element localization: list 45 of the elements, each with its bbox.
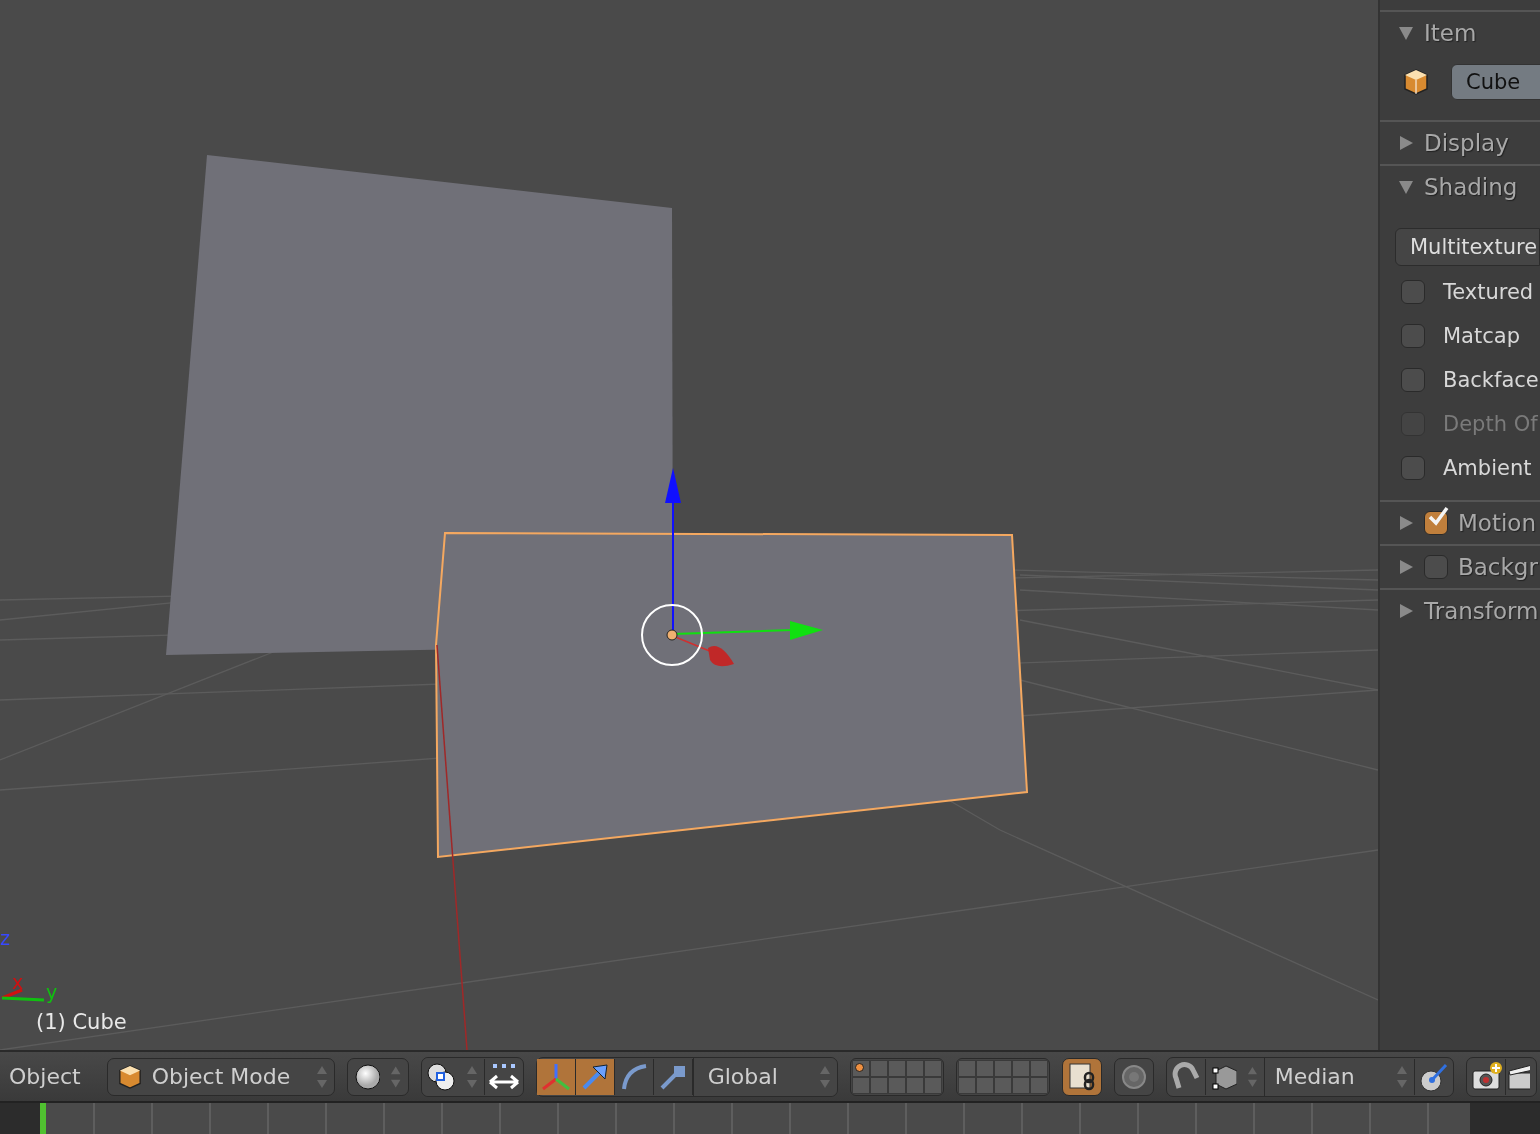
current-frame-marker[interactable]	[40, 1103, 46, 1134]
option-label[interactable]: Textured	[1443, 280, 1534, 304]
camera-icon[interactable]	[1469, 1060, 1502, 1093]
object-menu[interactable]: Object	[9, 1064, 81, 1089]
cube-icon	[117, 1063, 142, 1090]
panel-title[interactable]: Display	[1424, 130, 1509, 156]
checkbox[interactable]	[1401, 280, 1425, 304]
checkbox[interactable]	[1401, 456, 1425, 480]
axis-label: x	[12, 972, 24, 992]
checkbox[interactable]	[1424, 555, 1448, 579]
manipulator-icon[interactable]	[486, 1061, 521, 1092]
disclosure-triangle-icon[interactable]	[1398, 25, 1414, 41]
pivot-icon	[425, 1061, 456, 1092]
axis-indicator	[1, 988, 45, 1002]
proportional-edit-icon[interactable]	[1119, 1062, 1148, 1091]
layer-grid[interactable]	[849, 1057, 944, 1096]
panel-title[interactable]: Backgr	[1458, 554, 1538, 580]
disclosure-triangle-icon[interactable]	[1398, 135, 1414, 151]
panel-title[interactable]: Transform	[1424, 598, 1539, 624]
shading-dropdown[interactable]: Multitexture	[1395, 228, 1540, 266]
panel-title[interactable]: Motion	[1458, 510, 1536, 536]
layer-grid[interactable]	[955, 1057, 1050, 1096]
checkbox[interactable]	[1401, 368, 1425, 392]
lock-layers-button[interactable]	[1061, 1057, 1102, 1096]
sphere-icon	[353, 1062, 381, 1091]
disclosure-triangle-icon[interactable]	[1398, 559, 1414, 575]
option-label[interactable]: Matcap	[1443, 324, 1520, 348]
name-field[interactable]: Cube	[1451, 64, 1540, 100]
mode-dropdown[interactable]: Object Mode	[106, 1057, 335, 1096]
disclosure-triangle-icon[interactable]	[1398, 179, 1414, 195]
manipulator-axes-button[interactable]	[536, 1058, 576, 1095]
checkbox[interactable]	[1401, 324, 1425, 348]
axis-label: y	[46, 982, 58, 1002]
translate-button[interactable]	[575, 1058, 615, 1095]
panel-title[interactable]: Item	[1424, 20, 1477, 46]
option-label[interactable]: Backface	[1443, 368, 1539, 392]
object-info: (1) Cube	[36, 1009, 127, 1035]
cube-icon	[1403, 68, 1429, 96]
panel-title[interactable]: Shading	[1424, 174, 1518, 200]
disclosure-triangle-icon[interactable]	[1398, 603, 1414, 619]
link-icon	[1066, 1060, 1097, 1093]
axis-label: z	[0, 928, 10, 948]
disclosure-triangle-icon[interactable]	[1398, 515, 1414, 531]
viewport-shading-dropdown[interactable]	[346, 1057, 409, 1096]
option-label[interactable]: Ambient	[1443, 456, 1532, 480]
